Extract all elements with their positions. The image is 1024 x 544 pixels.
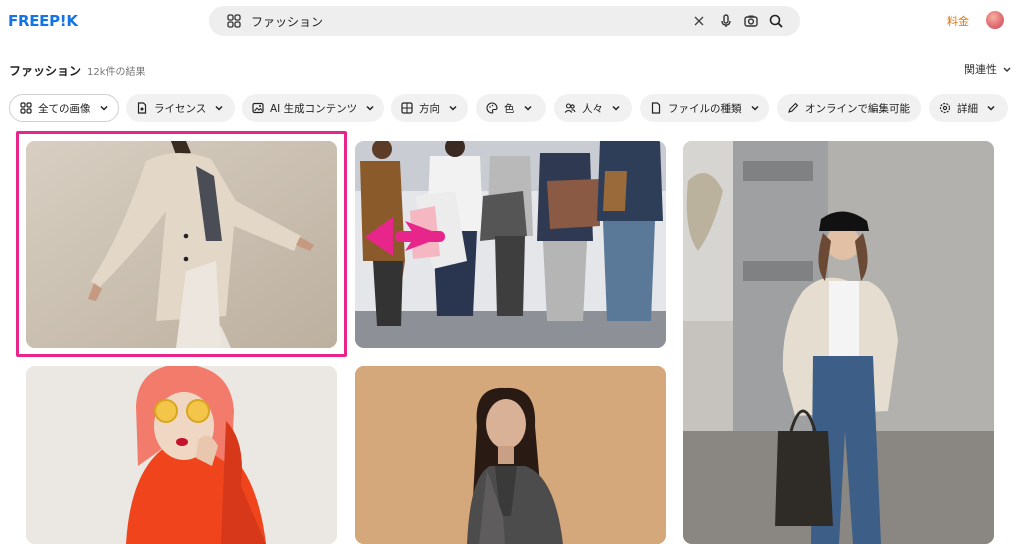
people-icon — [564, 103, 576, 113]
search-input[interactable]: ファッション — [251, 13, 323, 30]
photo-shopping-group — [355, 141, 666, 348]
image-card-shopping-group[interactable] — [355, 141, 666, 348]
chevron-down-icon — [523, 105, 532, 111]
filter-label: 詳細 — [957, 102, 978, 115]
filter-label: 方向 — [419, 102, 440, 115]
sort-dropdown[interactable]: 関連性 — [964, 61, 1011, 77]
license-icon — [137, 102, 147, 114]
filter-ai-content[interactable]: AI 生成コンテンツ — [242, 94, 384, 122]
selection-highlight — [16, 131, 347, 357]
orientation-icon — [401, 102, 413, 114]
camera-icon[interactable] — [743, 13, 759, 29]
filter-label: ライセンス — [154, 102, 207, 115]
photo-tan-background — [355, 366, 666, 544]
microphone-icon[interactable] — [718, 13, 734, 29]
filter-label: ファイルの種類 — [668, 102, 742, 115]
chevron-down-icon — [215, 105, 223, 111]
pricing-link[interactable]: 料金 — [947, 13, 969, 29]
filter-all-images[interactable]: 全ての画像 — [9, 94, 119, 122]
top-bar: FREEP!K ファッション 料金 — [0, 0, 1024, 44]
filter-label: AI 生成コンテンツ — [270, 102, 358, 115]
filter-editable-online[interactable]: オンラインで編集可能 — [777, 94, 921, 122]
image-card-street-woman[interactable] — [683, 141, 994, 544]
filter-people[interactable]: 人々 — [554, 94, 632, 122]
filter-label: 人々 — [582, 102, 603, 115]
filter-license[interactable]: ライセンス — [126, 94, 235, 122]
results-count: 12k件の結果 — [87, 67, 146, 78]
settings-icon — [939, 102, 951, 114]
filter-label: 色 — [504, 102, 515, 115]
sort-label: 関連性 — [964, 63, 997, 76]
grid-icon — [20, 102, 32, 114]
ai-image-icon — [252, 102, 264, 114]
page-title: ファッション — [9, 64, 82, 78]
clear-icon[interactable] — [691, 13, 707, 29]
chevron-down-icon — [612, 105, 620, 111]
chevron-down-icon — [449, 105, 457, 111]
file-icon — [651, 102, 661, 114]
search-icon[interactable] — [768, 13, 784, 29]
filter-file-type[interactable]: ファイルの種類 — [640, 94, 769, 122]
avatar[interactable] — [986, 11, 1004, 29]
chevron-down-icon — [987, 105, 995, 111]
photo-street-woman — [683, 141, 994, 544]
filter-label: オンラインで編集可能 — [805, 102, 910, 115]
image-search-mode-icon[interactable] — [227, 14, 241, 28]
photo-red-hoodie — [26, 366, 337, 544]
filter-color[interactable]: 色 — [476, 94, 546, 122]
pen-icon — [788, 102, 799, 113]
chevron-down-icon — [99, 105, 108, 111]
filter-label: 全ての画像 — [38, 102, 91, 115]
chevron-down-icon — [366, 105, 374, 111]
filter-details[interactable]: 詳細 — [929, 94, 1008, 122]
search-bar[interactable]: ファッション — [209, 6, 800, 36]
filter-bar: 全ての画像 ライセンス AI 生成コンテンツ 方向 色 人々 ファイルの種類 オ… — [9, 94, 1019, 122]
freepik-logo[interactable]: FREEP!K — [8, 12, 78, 30]
chevron-down-icon — [750, 105, 759, 111]
results-header: ファッション 12k件の結果 — [9, 60, 146, 79]
chevron-down-icon — [1003, 67, 1011, 72]
image-card-red-hoodie[interactable] — [26, 366, 337, 544]
image-card-tan-background[interactable] — [355, 366, 666, 544]
filter-orientation[interactable]: 方向 — [391, 94, 468, 122]
palette-icon — [486, 102, 498, 114]
